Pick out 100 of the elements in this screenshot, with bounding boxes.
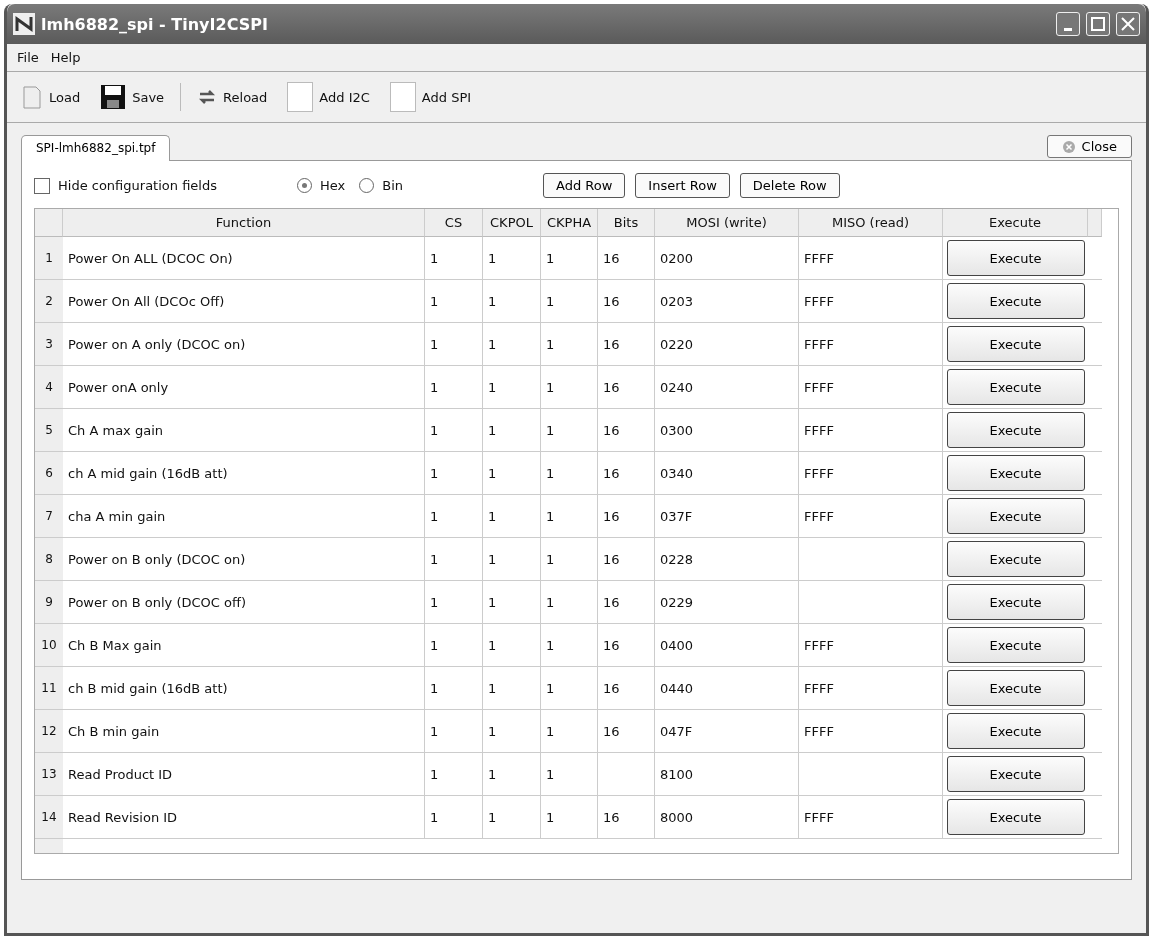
table-cell: cha A min gain xyxy=(63,495,425,538)
radio-label: Bin xyxy=(382,178,403,193)
table-cell: 1 xyxy=(483,237,541,280)
row-number: 1 xyxy=(35,237,63,280)
table-cell: Ch B Max gain xyxy=(63,624,425,667)
table-cell: ch B mid gain (16dB att) xyxy=(63,667,425,710)
execute-button[interactable]: Execute xyxy=(946,455,1085,491)
app-logo-icon xyxy=(13,13,35,35)
column-header: Function xyxy=(63,209,425,237)
execute-button[interactable]: Execute xyxy=(946,283,1085,319)
table-cell: 1 xyxy=(541,409,598,452)
execute-button[interactable]: Execute xyxy=(946,498,1085,534)
table-cell: 0228 xyxy=(655,538,799,581)
table-cell: 16 xyxy=(598,452,655,495)
execute-button[interactable]: Execute xyxy=(946,326,1085,362)
maximize-button[interactable] xyxy=(1086,12,1110,36)
table-cell: 1 xyxy=(425,538,483,581)
table-cell: 1 xyxy=(425,280,483,323)
table-cell: 1 xyxy=(541,753,598,796)
column-header: CKPHA xyxy=(541,209,598,237)
checkbox[interactable] xyxy=(34,177,50,194)
table-cell: FFFF xyxy=(799,796,943,839)
table-cell: 1 xyxy=(425,624,483,667)
table-cell: FFFF xyxy=(799,323,943,366)
execute-button[interactable]: Execute xyxy=(946,541,1085,577)
toolbar-button[interactable]: Add I2C xyxy=(283,80,374,114)
column-header: MISO (read) xyxy=(799,209,943,237)
table-cell: 1 xyxy=(483,624,541,667)
execute-button[interactable]: Execute xyxy=(946,670,1085,706)
close-icon xyxy=(1061,139,1076,154)
table-cell: Power on B only (DCOC on) xyxy=(63,538,425,581)
toolbar-button[interactable]: Load xyxy=(17,82,85,112)
table-cell: 1 xyxy=(541,366,598,409)
row-action-button[interactable]: Delete Row xyxy=(739,173,840,198)
table-cell: FFFF xyxy=(799,710,943,753)
blank-icon xyxy=(287,82,314,112)
table-cell: 0203 xyxy=(655,280,799,323)
table-cell: 0300 xyxy=(655,409,799,452)
table-cell: 1 xyxy=(483,323,541,366)
execute-button[interactable]: Execute xyxy=(946,799,1085,835)
menu-item[interactable]: Help xyxy=(46,48,85,67)
maximize-icon xyxy=(1091,17,1105,31)
table-cell: 037F xyxy=(655,495,799,538)
minimize-button[interactable] xyxy=(1056,12,1080,36)
row-action-button[interactable]: Insert Row xyxy=(635,173,730,198)
table-cell: Ch B min gain xyxy=(63,710,425,753)
table-cell: 1 xyxy=(425,237,483,280)
row-number: 13 xyxy=(35,753,63,796)
document-icon xyxy=(21,84,43,110)
table-cell: 16 xyxy=(598,495,655,538)
row-number: 12 xyxy=(35,710,63,753)
execute-button[interactable]: Execute xyxy=(946,240,1085,276)
table-cell: 1 xyxy=(541,280,598,323)
file-tab[interactable]: SPI-lmh6882_spi.tpf xyxy=(21,135,171,161)
table-cell: ch A mid gain (16dB att) xyxy=(63,452,425,495)
table-cell: Power on A only (DCOC on) xyxy=(63,323,425,366)
blank-icon xyxy=(389,82,416,112)
table-cell: FFFF xyxy=(799,495,943,538)
table-cell: 1 xyxy=(541,323,598,366)
table-cell: 1 xyxy=(483,538,541,581)
table-cell: 16 xyxy=(598,409,655,452)
table-cell: 0340 xyxy=(655,452,799,495)
table-cell: 1 xyxy=(483,280,541,323)
row-number: 2 xyxy=(35,280,63,323)
table-cell: 0240 xyxy=(655,366,799,409)
table-cell: 1 xyxy=(483,366,541,409)
execute-button[interactable]: Execute xyxy=(946,713,1085,749)
table-cell: 1 xyxy=(425,710,483,753)
table-cell: 1 xyxy=(541,710,598,753)
table-cell: 1 xyxy=(483,409,541,452)
execute-button[interactable]: Execute xyxy=(946,756,1085,792)
toolbar-button[interactable]: Add SPI xyxy=(385,80,476,114)
table-cell: Power On All (DCOc Off) xyxy=(63,280,425,323)
table-cell: 1 xyxy=(483,796,541,839)
table-cell: FFFF xyxy=(799,280,943,323)
close-tab-button[interactable]: Close xyxy=(1046,135,1132,158)
table-cell: FFFF xyxy=(799,237,943,280)
execute-button[interactable]: Execute xyxy=(946,369,1085,405)
table-cell: 1 xyxy=(483,581,541,624)
row-number: 9 xyxy=(35,581,63,624)
table-cell: 1 xyxy=(483,452,541,495)
table-cell: FFFF xyxy=(799,452,943,495)
close-button[interactable] xyxy=(1116,12,1140,36)
minimize-icon xyxy=(1064,27,1072,31)
execute-button[interactable]: Execute xyxy=(946,584,1085,620)
table-cell: 1 xyxy=(541,495,598,538)
execute-button[interactable]: Execute xyxy=(946,412,1085,448)
table-cell: 1 xyxy=(425,495,483,538)
column-header: Bits xyxy=(598,209,655,237)
execute-button[interactable]: Execute xyxy=(946,627,1085,663)
checkbox-label: Hide configuration fields xyxy=(58,178,217,193)
row-number: 4 xyxy=(35,366,63,409)
toolbar-button[interactable]: Reload xyxy=(193,86,272,108)
table-cell: 1 xyxy=(541,796,598,839)
table-cell: 0200 xyxy=(655,237,799,280)
toolbar-button[interactable]: Save xyxy=(96,82,169,112)
menu-item[interactable]: File xyxy=(13,48,43,67)
row-action-button[interactable]: Add Row xyxy=(543,173,626,198)
table-cell: FFFF xyxy=(799,667,943,710)
table-cell: 8100 xyxy=(655,753,799,796)
